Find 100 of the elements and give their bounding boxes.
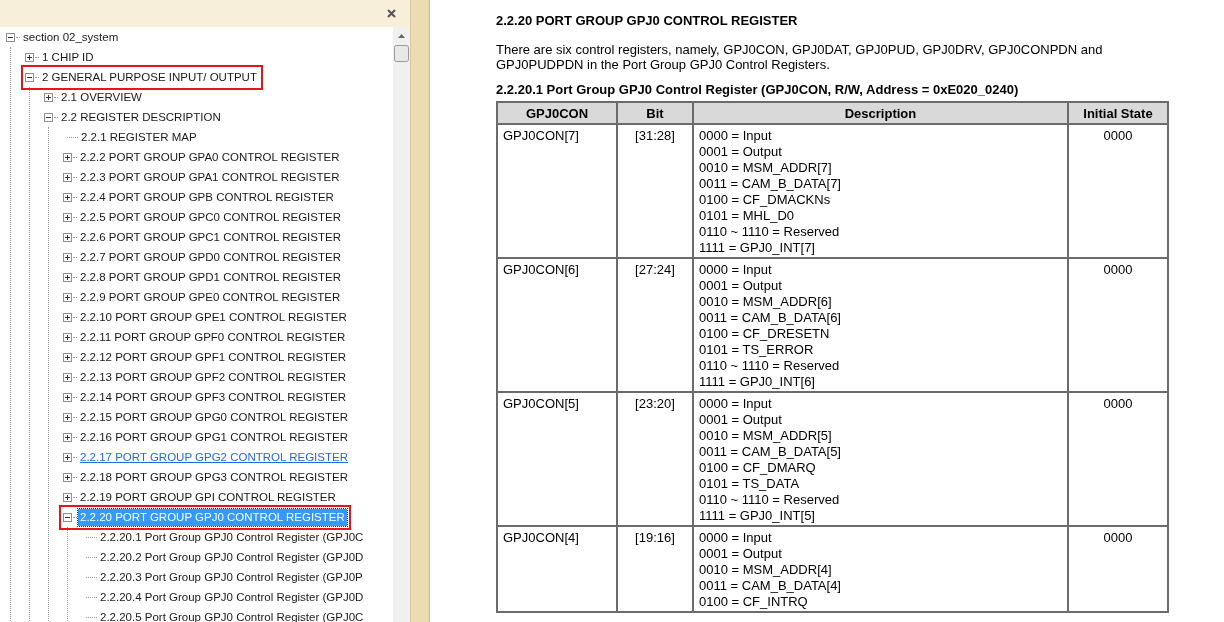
description-line: 1111 = GPJ0_INT[5] bbox=[699, 508, 816, 524]
description-line: 0001 = Output bbox=[699, 278, 783, 294]
collapse-icon[interactable] bbox=[25, 72, 34, 82]
tree-item[interactable]: 2.2.12 PORT GROUP GPF1 CONTROL REGISTER bbox=[78, 348, 349, 366]
table-cell: 0000 bbox=[1068, 258, 1168, 392]
table-cell: 0000 bbox=[1068, 392, 1168, 526]
description-line: 0001 = Output bbox=[699, 144, 783, 160]
description-line: 0110 ~ 1110 = Reserved bbox=[699, 492, 841, 508]
tree-item[interactable]: 2.2.8 PORT GROUP GPD1 CONTROL REGISTER bbox=[78, 268, 343, 286]
tree-item[interactable]: 2.2.19 PORT GROUP GPI CONTROL REGISTER bbox=[78, 488, 338, 506]
table-cell: 0000 bbox=[1068, 124, 1168, 258]
expand-icon[interactable] bbox=[63, 232, 72, 242]
expand-icon[interactable] bbox=[63, 452, 72, 462]
tree-item[interactable]: 2.2.6 PORT GROUP GPC1 CONTROL REGISTER bbox=[78, 228, 343, 246]
tree-item[interactable]: 2.2.9 PORT GROUP GPE0 CONTROL REGISTER bbox=[78, 288, 343, 306]
description-line: 0011 = CAM_B_DATA[7] bbox=[699, 176, 842, 192]
description-line: 0010 = MSM_ADDR[6] bbox=[699, 294, 833, 310]
table-cell: [31:28] bbox=[617, 124, 693, 258]
expand-icon[interactable] bbox=[63, 212, 72, 222]
expand-icon[interactable] bbox=[25, 52, 34, 62]
tree-item[interactable]: 2.2.20.2 Port Group GPJ0 Control Register (GPJ0D bbox=[98, 548, 366, 566]
tree-item[interactable]: 2.2 REGISTER DESCRIPTION bbox=[59, 108, 223, 126]
expand-icon[interactable] bbox=[63, 272, 72, 282]
column-header: Initial State bbox=[1068, 102, 1168, 124]
description-line: 0100 = CF_INTRQ bbox=[699, 594, 809, 610]
expand-icon[interactable] bbox=[63, 332, 72, 342]
expand-icon[interactable] bbox=[44, 92, 53, 102]
collapse-icon[interactable] bbox=[63, 512, 72, 522]
tree-item[interactable]: 2.2.7 PORT GROUP GPD0 CONTROL REGISTER bbox=[78, 248, 343, 266]
expand-icon[interactable] bbox=[63, 252, 72, 262]
description-line: 0010 = MSM_ADDR[7] bbox=[699, 160, 833, 176]
description-line: 0110 ~ 1110 = Reserved bbox=[699, 358, 841, 374]
description-line: 0001 = Output bbox=[699, 546, 783, 562]
description-line: 0011 = CAM_B_DATA[4] bbox=[699, 578, 842, 594]
expand-icon[interactable] bbox=[63, 192, 72, 202]
intro-paragraph: There are six control registers, namely, GPJ0CON, GPJ0DAT, GPJ0PUD, GPJ0DRV, GPJ0CONPDN and GPJ0PUDPDN in the Port Group GPJ0 Control Registers. bbox=[496, 42, 1104, 72]
expand-icon[interactable] bbox=[63, 432, 72, 442]
table-cell: GPJ0CON[5] bbox=[497, 392, 617, 526]
tree-item[interactable]: 2.2.3 PORT GROUP GPA1 CONTROL REGISTER bbox=[78, 168, 342, 186]
table-cell: 0000 bbox=[1068, 526, 1168, 612]
table-cell: [19:16] bbox=[617, 526, 693, 612]
tree-item[interactable]: 2.2.4 PORT GROUP GPB CONTROL REGISTER bbox=[78, 188, 336, 206]
description-line: 0101 = MHL_D0 bbox=[699, 208, 796, 224]
description-line: 0101 = TS_DATA bbox=[699, 476, 801, 492]
description-line: 1111 = GPJ0_INT[7] bbox=[699, 240, 816, 256]
tree-item[interactable]: 2.2.14 PORT GROUP GPF3 CONTROL REGISTER bbox=[78, 388, 349, 406]
tree-item[interactable]: 2.2.13 PORT GROUP GPF2 CONTROL REGISTER bbox=[78, 368, 349, 386]
collapse-icon[interactable] bbox=[44, 112, 53, 122]
expand-icon[interactable] bbox=[63, 292, 72, 302]
scrollbar[interactable] bbox=[393, 27, 410, 622]
section-heading: 2.2.20 PORT GROUP GPJ0 CONTROL REGISTER bbox=[496, 13, 799, 28]
expand-icon[interactable] bbox=[63, 312, 72, 322]
column-header: Description bbox=[693, 102, 1068, 124]
expand-icon[interactable] bbox=[63, 492, 72, 502]
tree-item[interactable]: 2 GENERAL PURPOSE INPUT/ OUTPUT bbox=[40, 68, 259, 86]
tree-item[interactable]: 2.1 OVERVIEW bbox=[59, 88, 144, 106]
description-line: 0010 = MSM_ADDR[4] bbox=[699, 562, 833, 578]
description-line: 0100 = CF_DMARQ bbox=[699, 460, 817, 476]
tree-item[interactable]: 2.2.16 PORT GROUP GPG1 CONTROL REGISTER bbox=[78, 428, 350, 446]
expand-icon[interactable] bbox=[63, 392, 72, 402]
expand-icon[interactable] bbox=[63, 352, 72, 362]
collapse-icon[interactable] bbox=[6, 32, 15, 42]
column-header: Bit bbox=[617, 102, 693, 124]
description-line: 0000 = Input bbox=[699, 128, 773, 144]
tree-item[interactable]: 2.2.2 PORT GROUP GPA0 CONTROL REGISTER bbox=[78, 148, 342, 166]
close-icon[interactable] bbox=[385, 7, 398, 20]
tree-item[interactable]: 2.2.17 PORT GROUP GPG2 CONTROL REGISTER bbox=[78, 448, 350, 466]
description-line: 0101 = TS_ERROR bbox=[699, 342, 815, 358]
table-cell: GPJ0CON[7] bbox=[497, 124, 617, 258]
tree-item[interactable]: section 02_system bbox=[21, 28, 121, 46]
expand-icon[interactable] bbox=[63, 152, 72, 162]
table-cell: [27:24] bbox=[617, 258, 693, 392]
expand-icon[interactable] bbox=[63, 172, 72, 182]
description-line: 0110 ~ 1110 = Reserved bbox=[699, 224, 841, 240]
tree-item[interactable]: 1 CHIP ID bbox=[40, 48, 96, 66]
description-line: 0000 = Input bbox=[699, 262, 773, 278]
description-line: 0100 = CF_DRESETN bbox=[699, 326, 831, 342]
description-line: 0011 = CAM_B_DATA[5] bbox=[699, 444, 842, 460]
description-line: 0001 = Output bbox=[699, 412, 783, 428]
description-line: 1111 = GPJ0_INT[6] bbox=[699, 374, 816, 390]
tree-item[interactable]: 2.2.20.4 Port Group GPJ0 Control Register (GPJ0D bbox=[98, 588, 366, 606]
tree-item[interactable]: 2.2.18 PORT GROUP GPG3 CONTROL REGISTER bbox=[78, 468, 350, 486]
expand-icon[interactable] bbox=[63, 372, 72, 382]
description-line: 0100 = CF_DMACKNs bbox=[699, 192, 832, 208]
tree-item[interactable]: 2.2.1 REGISTER MAP bbox=[79, 128, 199, 146]
table-cell: GPJ0CON[6] bbox=[497, 258, 617, 392]
expand-icon[interactable] bbox=[63, 472, 72, 482]
table-cell: [23:20] bbox=[617, 392, 693, 526]
tree-item[interactable]: 2.2.20.3 Port Group GPJ0 Control Register (GPJ0P bbox=[98, 568, 365, 586]
tree-item[interactable]: 2.2.20.5 Port Group GPJ0 Control Register (GPJ0C bbox=[98, 608, 366, 622]
column-header: GPJ0CON bbox=[497, 102, 617, 124]
description-line: 0010 = MSM_ADDR[5] bbox=[699, 428, 833, 444]
tree-item[interactable]: 2.2.20.1 Port Group GPJ0 Control Register (GPJ0C bbox=[98, 528, 366, 546]
expand-icon[interactable] bbox=[63, 412, 72, 422]
tree-item[interactable]: 2.2.11 PORT GROUP GPF0 CONTROL REGISTER bbox=[78, 328, 348, 346]
tree-item[interactable]: 2.2.15 PORT GROUP GPG0 CONTROL REGISTER bbox=[78, 408, 350, 426]
table-cell: GPJ0CON[4] bbox=[497, 526, 617, 612]
tree-item[interactable]: 2.2.5 PORT GROUP GPC0 CONTROL REGISTER bbox=[78, 208, 343, 226]
table-title: 2.2.20.1 Port Group GPJ0 Control Register (GPJ0CON, R/W, Address = 0xE020_0240) bbox=[496, 82, 1020, 97]
tree-item[interactable]: 2.2.10 PORT GROUP GPE1 CONTROL REGISTER bbox=[78, 308, 349, 326]
